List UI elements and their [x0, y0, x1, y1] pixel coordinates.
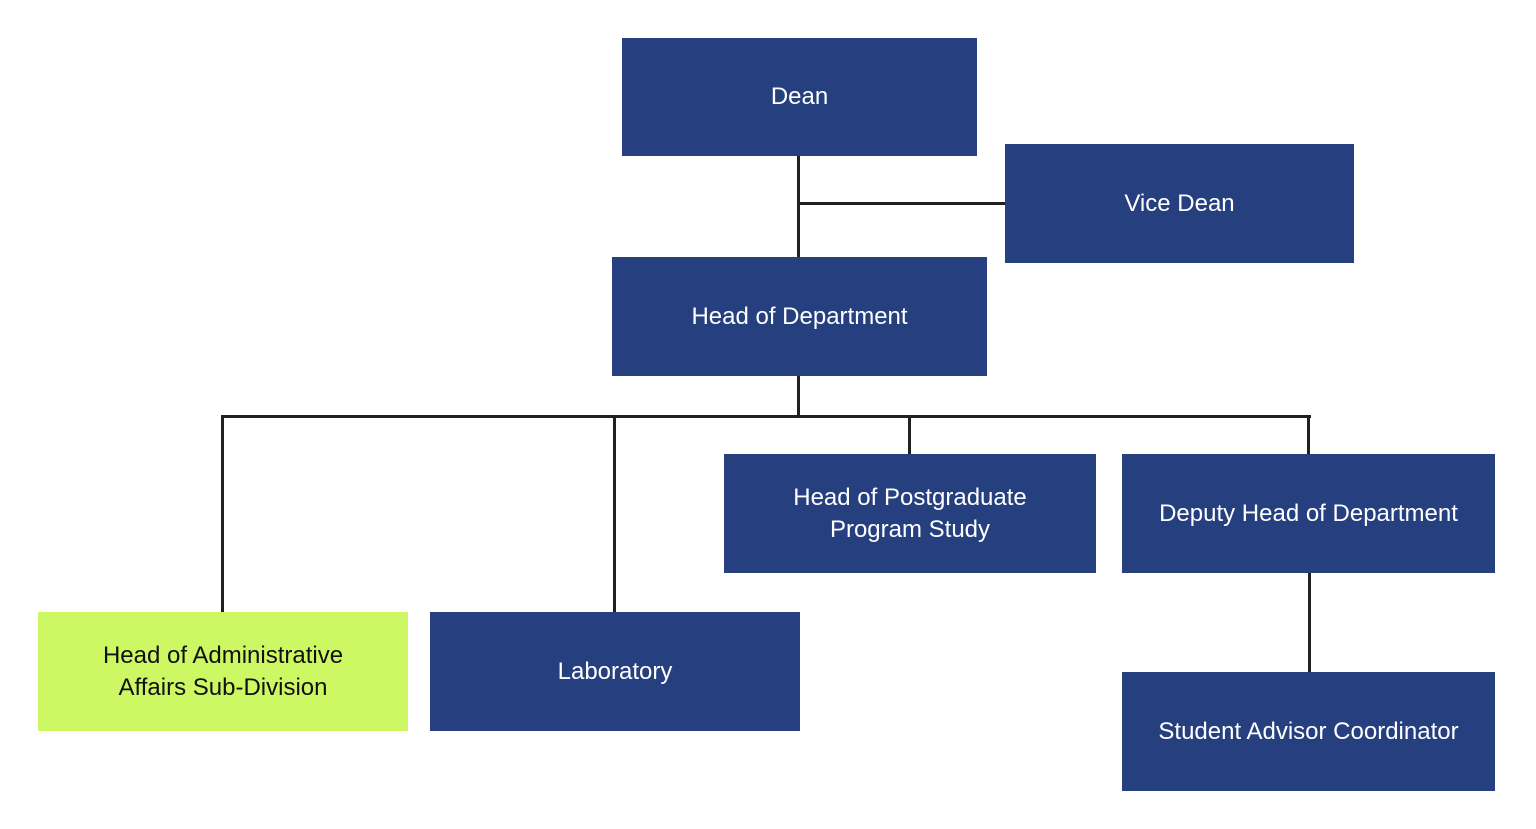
connector-to-deputy-head	[1307, 415, 1310, 455]
node-head-of-department: Head of Department	[612, 257, 987, 376]
node-head-of-postgraduate: Head of Postgraduate Program Study	[724, 454, 1096, 573]
connector-dean-to-head	[797, 155, 800, 258]
node-head-of-administrative-affairs: Head of Administrative Affairs Sub-Divis…	[38, 612, 408, 731]
connector-head-down	[797, 375, 800, 418]
node-laboratory: Laboratory	[430, 612, 800, 731]
node-vice-dean: Vice Dean	[1005, 144, 1354, 263]
connector-to-head-of-admin	[221, 415, 224, 613]
node-deputy-head-of-department: Deputy Head of Department	[1122, 454, 1495, 573]
node-student-advisor-coordinator: Student Advisor Coordinator	[1122, 672, 1495, 791]
connector-to-vice-dean	[797, 202, 1006, 205]
node-dean: Dean	[622, 38, 977, 156]
connector-to-postgraduate	[908, 415, 911, 455]
connector-deputy-to-advisor	[1308, 572, 1311, 673]
connector-to-laboratory	[613, 415, 616, 613]
connector-horizontal-bus	[221, 415, 1311, 418]
